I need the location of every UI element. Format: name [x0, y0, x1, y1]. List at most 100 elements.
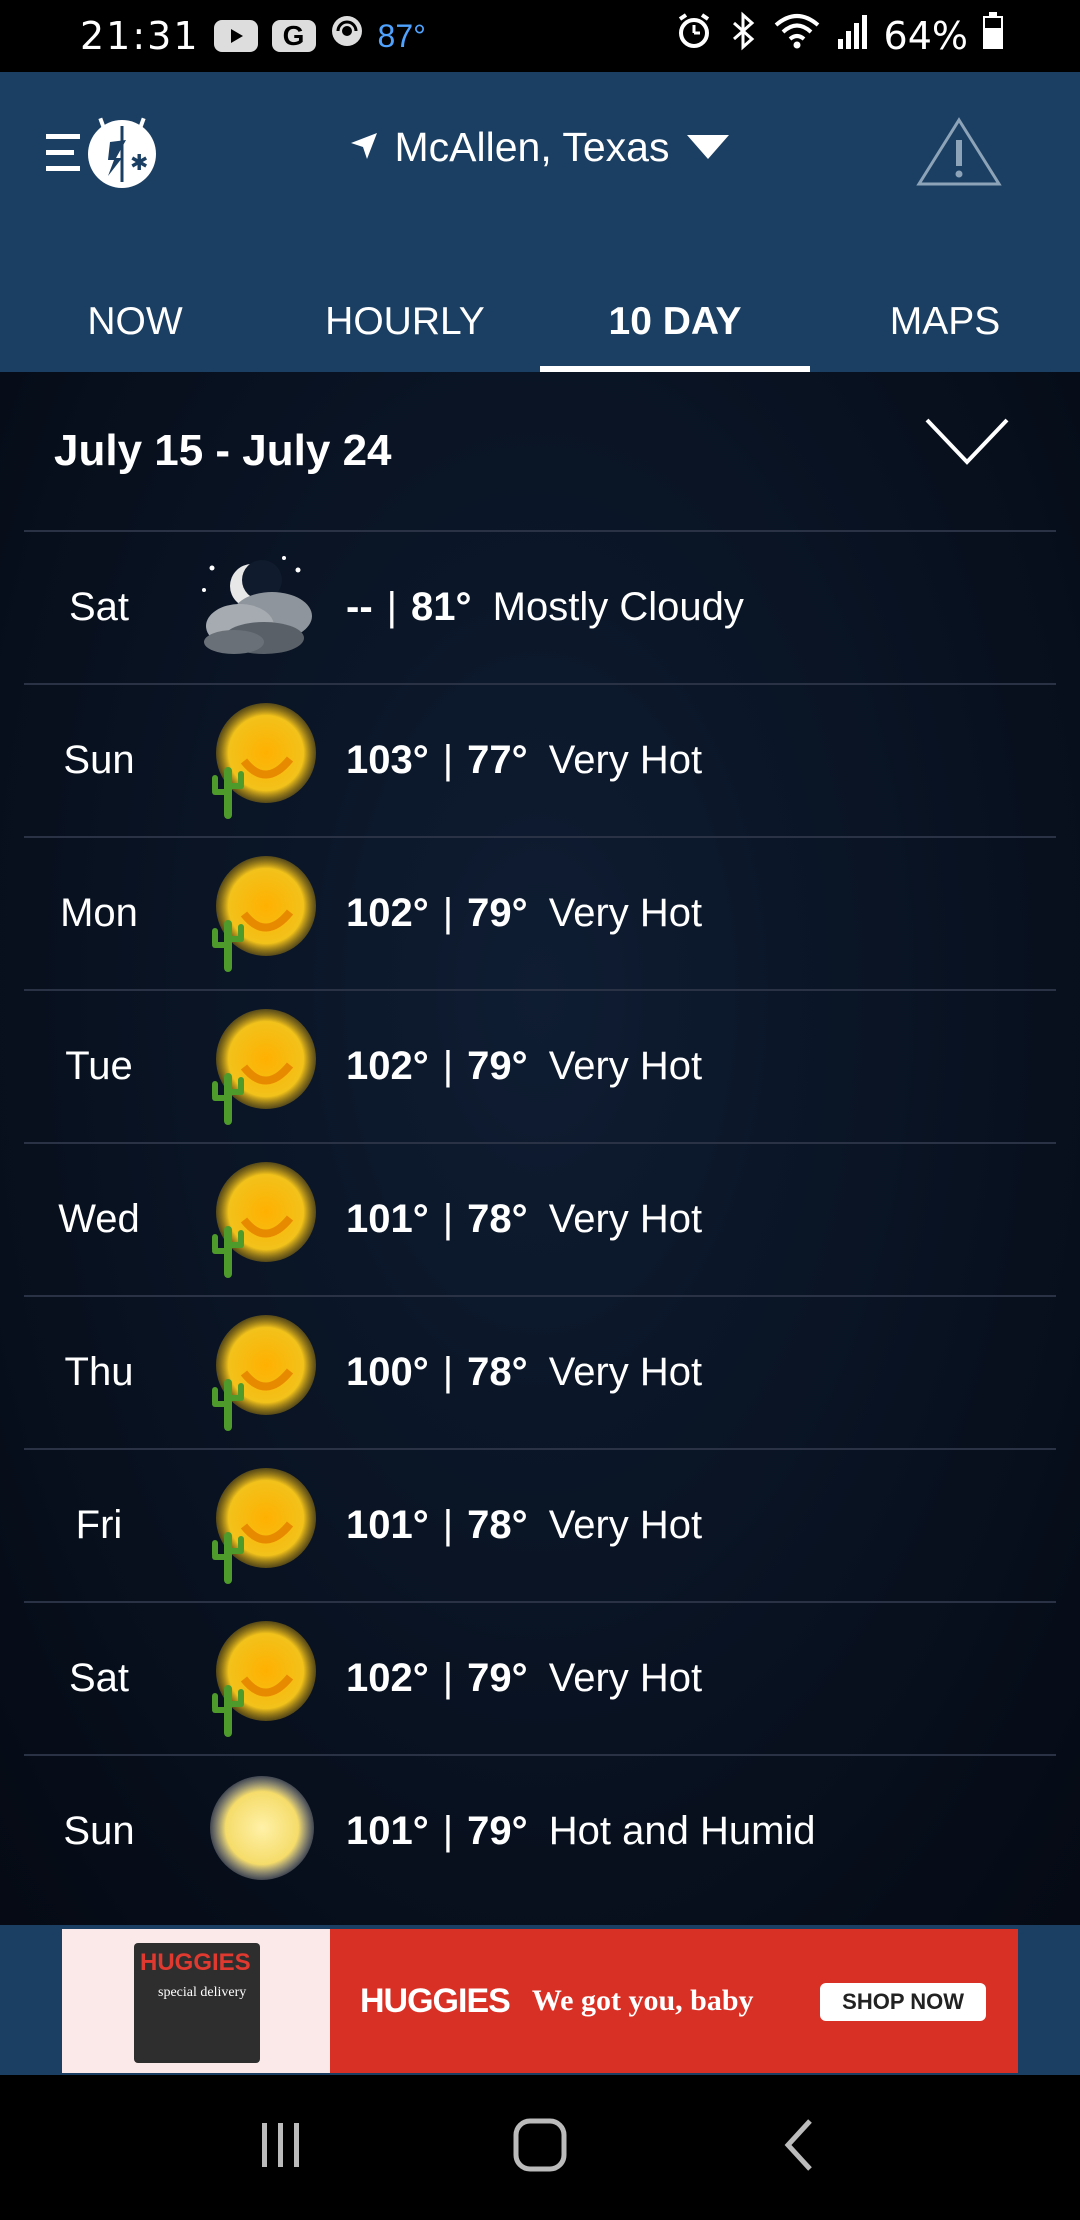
condition-text: Mostly Cloudy — [492, 585, 744, 629]
forecast-row[interactable]: Thu 100° | 78° Very Hot — [24, 1295, 1056, 1448]
tab-maps[interactable]: MAPS — [810, 272, 1080, 372]
day-name: Wed — [58, 1197, 140, 1241]
hot-sun-cactus-icon — [194, 701, 334, 821]
hot-sun-cactus-icon — [194, 1160, 334, 1280]
recent-apps-button[interactable] — [250, 2115, 310, 2180]
temp-separator: | — [442, 1350, 454, 1394]
high-temp: 103° — [346, 738, 429, 782]
condition-text: Very Hot — [548, 1197, 703, 1241]
location-name: McAllen, Texas — [394, 124, 670, 170]
battery-icon — [982, 12, 1004, 60]
condition-text: Very Hot — [548, 891, 703, 935]
system-nav-bar — [0, 2075, 1080, 2220]
date-range-selector[interactable]: July 15 - July 24 — [0, 372, 1080, 530]
tab-hourly[interactable]: HOURLY — [270, 272, 540, 372]
forecast-row[interactable]: Sun 101° | 79° Hot and Humid — [24, 1754, 1056, 1907]
tab-10-day[interactable]: 10 DAY — [540, 272, 810, 372]
high-temp: 102° — [346, 1044, 429, 1088]
day-summary: 102° | 79° Very Hot — [346, 1656, 702, 1701]
home-button[interactable] — [510, 2115, 570, 2180]
date-range-title: July 15 - July 24 — [54, 426, 392, 475]
high-temp: -- — [346, 585, 373, 629]
warning-icon — [916, 117, 1002, 186]
app-header: ✱ McAllen, Texas NOW HOURLY 10 DAY MAPS — [0, 72, 1080, 372]
forecast-row[interactable]: Wed 101° | 78° Very Hot — [24, 1142, 1056, 1295]
high-temp: 101° — [346, 1809, 429, 1853]
condition-text: Very Hot — [548, 1044, 703, 1088]
status-temperature: 87° — [377, 17, 426, 54]
hot-sun-cactus-icon — [194, 1007, 334, 1127]
day-summary: 103° | 77° Very Hot — [346, 738, 702, 783]
chevron-down-icon — [924, 416, 1010, 473]
day-name: Sat — [68, 585, 130, 629]
ad-product-image: HUGGIES special delivery — [62, 1929, 330, 2073]
forecast-content: July 15 - July 24 Sat -- | 81° Mostly Clou… — [0, 372, 1080, 1925]
day-summary: 102° | 79° Very Hot — [346, 891, 702, 936]
low-temp: 78° — [467, 1503, 528, 1547]
forecast-row[interactable]: Fri 101° | 78° Very Hot — [24, 1448, 1056, 1601]
signal-icon — [836, 11, 870, 61]
status-bar: 21:31 G 87° 64% — [0, 0, 1080, 72]
hot-sun-cactus-icon — [194, 1313, 334, 1433]
battery-percent: 64% — [883, 14, 968, 58]
temp-separator: | — [442, 1044, 454, 1088]
ad-brand: HUGGIES — [360, 1981, 511, 2020]
day-summary: 101° | 78° Very Hot — [346, 1197, 702, 1242]
high-temp: 101° — [346, 1197, 429, 1241]
forecast-row[interactable]: Tue 102° | 79° Very Hot — [24, 989, 1056, 1142]
day-summary: 101° | 79° Hot and Humid — [346, 1809, 816, 1854]
high-temp: 102° — [346, 891, 429, 935]
forecast-row[interactable]: Mon 102° | 79° Very Hot — [24, 836, 1056, 989]
day-name: Sun — [63, 1809, 135, 1853]
low-temp: 78° — [467, 1350, 528, 1394]
forecast-row[interactable]: Sat -- | 81° Mostly Cloudy — [24, 530, 1056, 683]
day-name: Fri — [75, 1503, 123, 1547]
low-temp: 79° — [467, 1809, 528, 1853]
tab-now[interactable]: NOW — [0, 272, 270, 372]
location-arrow-icon — [349, 124, 379, 171]
hotspot-icon — [330, 14, 364, 58]
hot-sun-cactus-icon — [194, 1619, 334, 1739]
forecast-list: Sat -- | 81° Mostly Cloudy Sun 103° | 77… — [24, 530, 1056, 1907]
google-icon: G — [271, 20, 316, 52]
chevron-down-icon — [685, 124, 731, 171]
day-name: Sun — [63, 738, 135, 782]
day-summary: 100° | 78° Very Hot — [346, 1350, 702, 1395]
back-button[interactable] — [770, 2115, 830, 2180]
ad-banner[interactable]: HUGGIES special delivery HUGGIES We got … — [62, 1929, 1018, 2073]
temp-separator: | — [386, 585, 398, 629]
temp-separator: | — [442, 1809, 454, 1853]
high-temp: 102° — [346, 1656, 429, 1700]
alert-button[interactable] — [916, 116, 1002, 193]
diaper-box-image: HUGGIES special delivery — [134, 1943, 260, 2063]
temp-separator: | — [442, 1197, 454, 1241]
condition-text: Very Hot — [548, 1350, 703, 1394]
day-summary: 102° | 79° Very Hot — [346, 1044, 702, 1089]
status-time: 21:31 — [80, 14, 200, 58]
ad-slogan: We got you, baby — [531, 1984, 754, 2017]
high-temp: 100° — [346, 1350, 429, 1394]
bluetooth-icon — [728, 11, 758, 61]
low-temp: 79° — [467, 1044, 528, 1088]
forecast-row[interactable]: Sun 103° | 77° Very Hot — [24, 683, 1056, 836]
ad-box-brand: HUGGIES — [140, 1949, 251, 1976]
hot-sun-cactus-icon — [194, 854, 334, 974]
day-name: Thu — [64, 1350, 134, 1394]
hot-sun-cactus-icon — [194, 1466, 334, 1586]
high-temp: 101° — [346, 1503, 429, 1547]
forecast-row[interactable]: Sat 102° | 79° Very Hot — [24, 1601, 1056, 1754]
low-temp: 79° — [467, 1656, 528, 1700]
temp-separator: | — [442, 1656, 454, 1700]
day-name: Sat — [68, 1656, 130, 1700]
ad-box-subtitle: special delivery — [158, 1985, 247, 2000]
temp-separator: | — [442, 891, 454, 935]
low-temp: 79° — [467, 891, 528, 935]
tab-bar: NOW HOURLY 10 DAY MAPS — [0, 272, 1080, 372]
back-icon — [784, 2119, 812, 2171]
low-temp: 81° — [411, 585, 472, 629]
low-temp: 77° — [467, 738, 528, 782]
moon-cloud-icon — [194, 548, 334, 668]
ad-shop-now-button[interactable]: SHOP NOW — [820, 1983, 986, 2021]
day-summary: 101° | 78° Very Hot — [346, 1503, 702, 1548]
condition-text: Very Hot — [548, 1656, 703, 1700]
